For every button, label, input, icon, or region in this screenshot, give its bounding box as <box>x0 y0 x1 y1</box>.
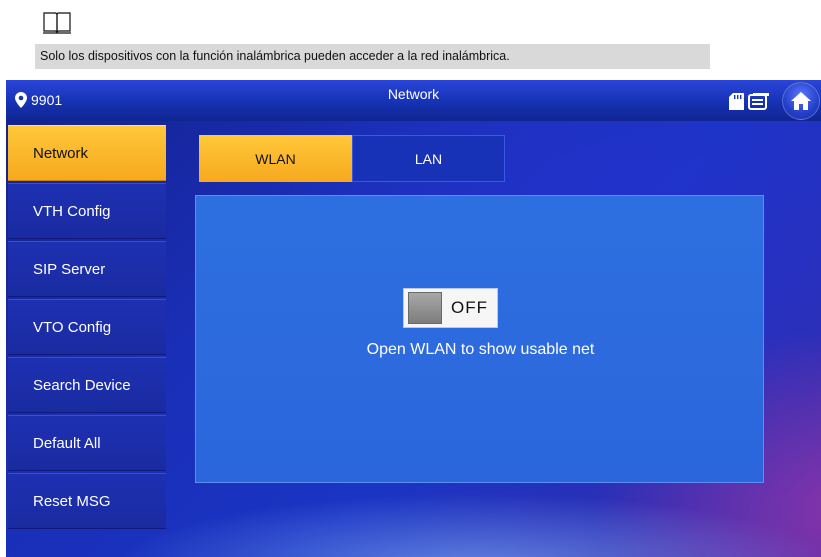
page-title: Network <box>387 86 440 102</box>
sidebar-item-label: VTH Config <box>33 202 111 220</box>
sidebar-item-reset-msg[interactable]: Reset MSG <box>8 473 166 529</box>
sidebar-item-label: Reset MSG <box>33 492 111 510</box>
book-icon <box>43 12 71 34</box>
toggle-knob[interactable] <box>408 292 442 324</box>
sidebar-item-label: SIP Server <box>33 260 106 278</box>
sidebar-item-vto-config[interactable]: VTO Config <box>8 299 166 355</box>
wlan-toggle[interactable]: OFF <box>403 288 498 328</box>
sidebar: Network VTH Config SIP Server VTO Config… <box>8 125 166 531</box>
sd-card-icon <box>729 93 744 110</box>
tab-lan[interactable]: LAN <box>352 135 505 182</box>
tab-wlan[interactable]: WLAN <box>199 135 352 182</box>
sidebar-item-search-device[interactable]: Search Device <box>8 357 166 413</box>
note-text: Solo los dispositivos con la función ina… <box>35 44 710 69</box>
top-bar: 9901 Network <box>6 80 821 121</box>
sidebar-item-label: VTO Config <box>33 318 112 336</box>
sidebar-item-network[interactable]: Network <box>8 125 166 181</box>
home-icon <box>791 92 811 110</box>
tab-label: WLAN <box>255 150 296 167</box>
sidebar-item-label: Search Device <box>33 376 131 394</box>
toggle-state-label: OFF <box>451 298 488 317</box>
sidebar-item-sip-server[interactable]: SIP Server <box>8 241 166 297</box>
message-icon[interactable] <box>748 93 770 111</box>
wlan-panel: OFF Open WLAN to show usable net <box>195 195 764 483</box>
sidebar-item-vth-config[interactable]: VTH Config <box>8 183 166 239</box>
home-button[interactable] <box>782 82 820 120</box>
sidebar-item-label: Network <box>33 144 89 162</box>
sidebar-item-default-all[interactable]: Default All <box>8 415 166 471</box>
network-tabs: WLAN LAN <box>199 135 505 182</box>
device-screen: 9901 Network Network VTH Config SIP Serv… <box>6 80 821 557</box>
tab-label: LAN <box>414 150 443 167</box>
wlan-status-message: Open WLAN to show usable net <box>366 341 595 358</box>
sidebar-item-label: Default All <box>33 434 101 452</box>
